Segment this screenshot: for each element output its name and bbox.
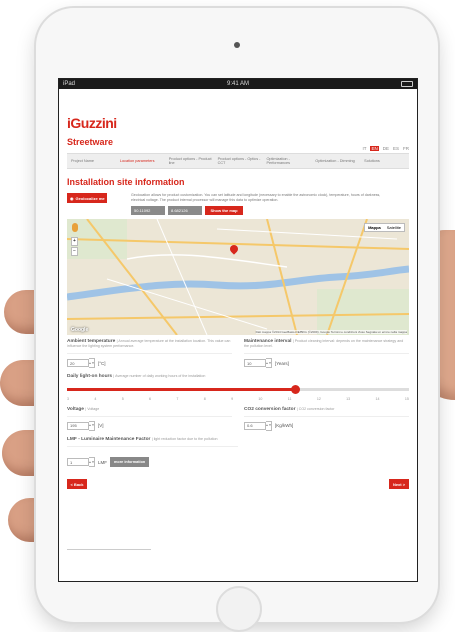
tab-6[interactable]: Solutions	[360, 159, 409, 164]
language-switcher: IT EN DE ES FR	[362, 146, 409, 151]
language-en[interactable]: EN	[370, 146, 379, 151]
map-attribution[interactable]: Dati mappa ©2014 GeoBasis-DE/BKG (©2009)…	[255, 330, 407, 334]
street-view-icon[interactable]	[72, 223, 78, 232]
map-roads	[67, 219, 409, 335]
status-bar: iPad 9:41 AM	[59, 79, 417, 89]
wizard-tabs: Project Name Location parameters Product o…	[67, 153, 409, 169]
back-button[interactable]: < Back	[67, 479, 87, 490]
voltage-title: Voltage	[67, 406, 84, 412]
tab-5[interactable]: Optimization - Dimming	[311, 159, 360, 164]
voltage-unit: [V]	[98, 423, 104, 429]
battery-icon	[401, 81, 413, 87]
more-information-button[interactable]: more information	[110, 457, 150, 468]
voltage-help: | Voltage	[85, 406, 100, 411]
slider-fill	[67, 387, 295, 391]
daylight-hours-label: Daily light-on hours | Average number of…	[67, 374, 409, 379]
co2-factor-input[interactable]: 0.6	[244, 421, 266, 430]
longitude-field[interactable]: 8.682126	[168, 206, 202, 215]
tab-0[interactable]: Project Name	[67, 159, 116, 164]
language-it[interactable]: IT	[362, 146, 366, 151]
status-device: iPad	[63, 81, 76, 87]
lmf-title: LMF - Luminaire Maintenance Factor	[67, 436, 151, 442]
voltage-input[interactable]: 195	[67, 421, 89, 430]
language-fr[interactable]: FR	[403, 146, 409, 151]
page-title: Installation site information	[67, 177, 185, 187]
show-map-button[interactable]: Show the map	[205, 206, 243, 215]
tablet-frame: iPad 9:41 AM iGuzzini IT EN DE ES FR Streetw…	[36, 8, 438, 632]
daylight-hours-title: Daily light-on hours	[67, 374, 113, 380]
co2-factor-help: | CO2 conversion factor	[296, 406, 335, 411]
slider-handle[interactable]	[290, 384, 300, 394]
tab-3[interactable]: Product options - Optics - CCT	[214, 157, 263, 166]
ambient-temperature-label: Ambient temperature | Annual average tem…	[67, 339, 232, 355]
lmf-help: | light reduction factor due to the poll…	[151, 436, 218, 441]
footer-divider	[67, 549, 151, 550]
co2-factor-stepper[interactable]: ▲▼	[266, 420, 272, 431]
home-button[interactable]	[216, 586, 262, 632]
status-time: 9:41 AM	[226, 81, 249, 87]
map-type-control: Mappa Satellite	[364, 223, 405, 232]
tab-2[interactable]: Product options - Product line	[165, 157, 214, 166]
product-title: Streetware	[67, 137, 114, 147]
maintenance-interval-unit: [Years]	[275, 360, 289, 366]
ambient-temperature-unit: [°C]	[98, 360, 106, 366]
map-type-map[interactable]: Mappa	[365, 224, 384, 231]
lmf-label: LMF - Luminaire Maintenance Factor | lig…	[67, 436, 238, 448]
language-de[interactable]: DE	[383, 146, 389, 151]
maintenance-interval-stepper[interactable]: ▲▼	[266, 358, 272, 369]
map-type-satellite[interactable]: Satellite	[384, 224, 404, 231]
lmf-input[interactable]: 1	[67, 458, 89, 467]
location-pin-icon: ◉	[70, 195, 74, 201]
camera-icon	[234, 42, 240, 48]
ambient-temperature-stepper[interactable]: ▲▼	[89, 358, 95, 369]
tab-1[interactable]: Location parameters	[116, 159, 165, 164]
lmf-stepper[interactable]: ▲▼	[89, 457, 95, 468]
brand-logo[interactable]: iGuzzini	[67, 115, 409, 131]
tab-4[interactable]: Optimization - Performances	[262, 157, 311, 166]
next-button[interactable]: Next >	[389, 479, 409, 490]
co2-factor-title: CO2 conversion factor	[244, 406, 296, 412]
zoom-control: + −	[71, 237, 78, 257]
co2-factor-unit: [Kg/kWh]	[275, 423, 294, 429]
map-view[interactable]: + − Mappa Satellite Google Dati mappa ©2…	[67, 219, 409, 335]
zoom-in-button[interactable]: +	[71, 237, 78, 246]
zoom-out-button[interactable]: −	[71, 247, 78, 256]
screen: iPad 9:41 AM iGuzzini IT EN DE ES FR Streetw…	[58, 78, 418, 582]
voltage-stepper[interactable]: ▲▼	[89, 420, 95, 431]
google-logo: Google	[71, 327, 89, 333]
language-es[interactable]: ES	[393, 146, 399, 151]
lmf-unit: LMF	[98, 459, 107, 465]
ambient-temperature-input[interactable]: 20	[67, 359, 89, 368]
co2-factor-label: CO2 conversion factor | CO2 conversion f…	[244, 407, 409, 417]
geolocalize-description: Geolocation allows for product customiza…	[131, 193, 381, 202]
maintenance-interval-label: Maintenance interval | Product cleaning …	[244, 339, 409, 355]
daylight-hours-help: | Average number of daily working hours …	[113, 374, 206, 379]
maintenance-interval-input[interactable]: 10	[244, 359, 266, 368]
geolocalize-button[interactable]: ◉ Geolocalize me	[67, 193, 107, 203]
voltage-label: Voltage | Voltage	[67, 407, 232, 417]
latitude-field[interactable]: 50.11092	[131, 206, 165, 215]
geolocalize-label: Geolocalize me	[75, 195, 105, 201]
daylight-hours-slider[interactable]	[67, 383, 409, 399]
